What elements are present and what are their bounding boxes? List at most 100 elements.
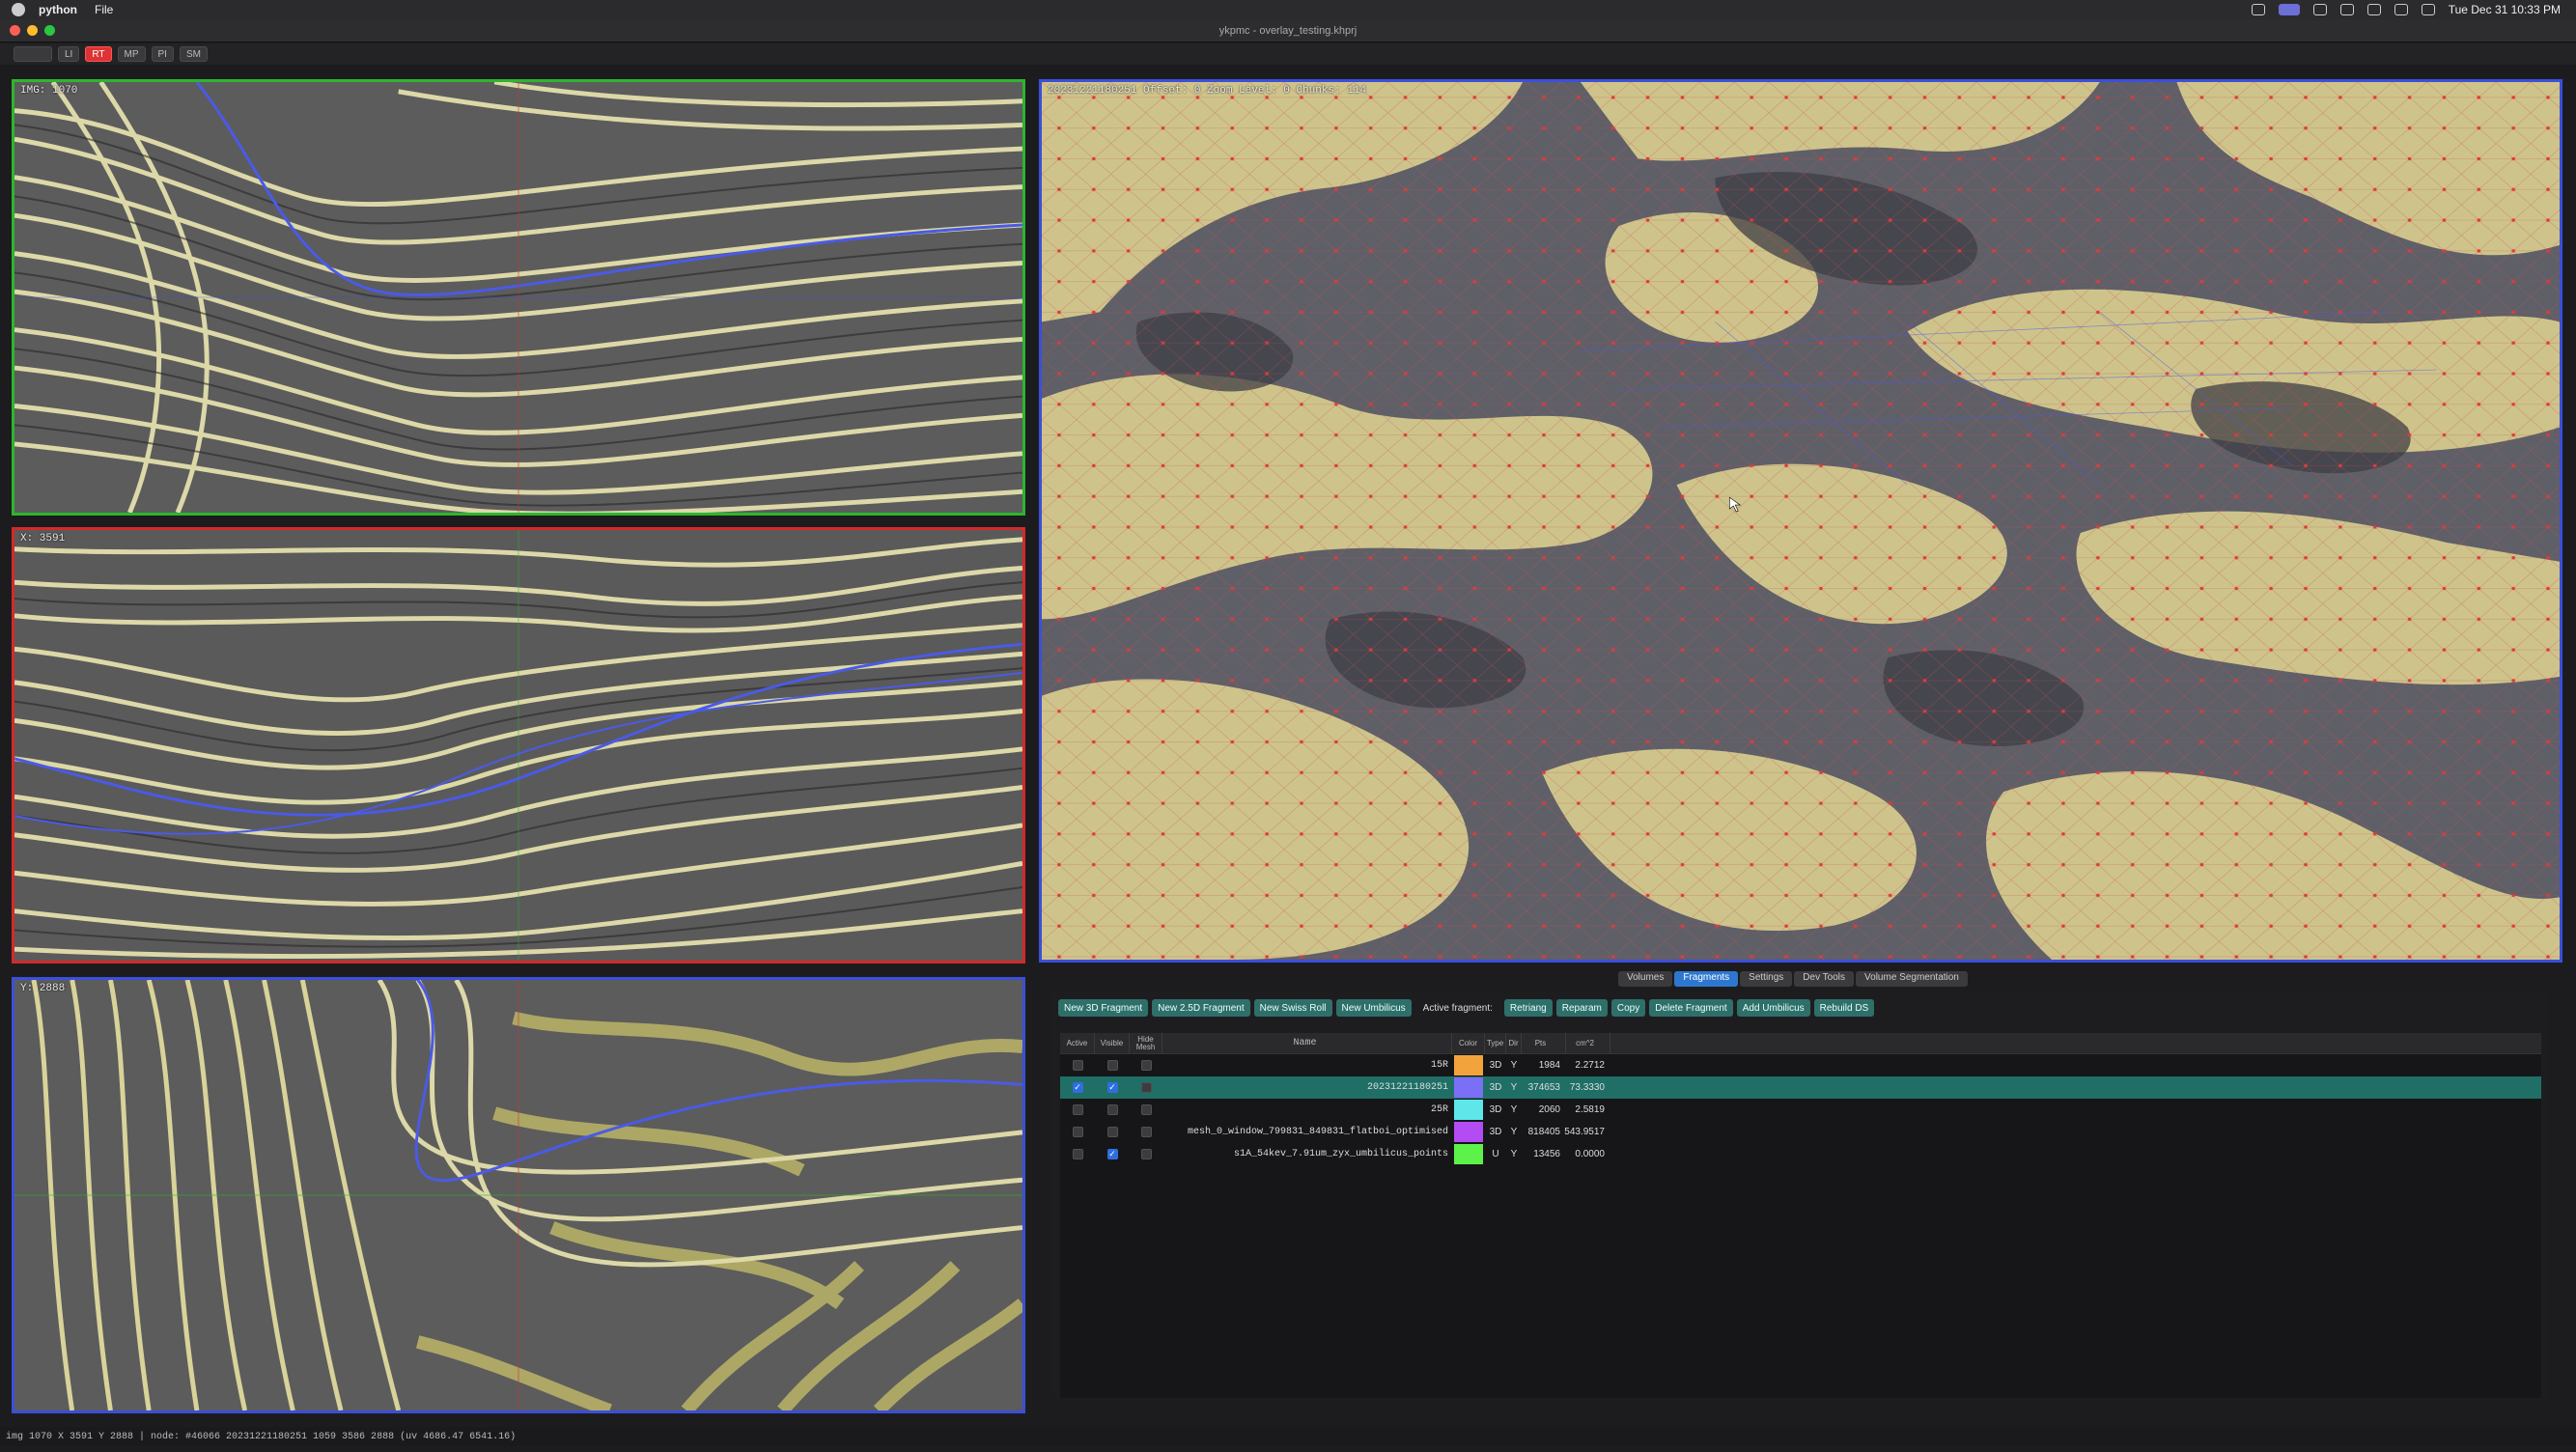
color-swatch[interactable] — [1454, 1100, 1483, 1120]
fragments-panel: New 3D Fragment New 2.5D Fragment New Sw… — [1050, 992, 2547, 1398]
hide-mesh-cell — [1130, 1143, 1162, 1165]
hide-mesh-checkbox[interactable] — [1140, 1149, 1152, 1159]
close-window-button[interactable] — [10, 25, 20, 36]
fragment-area: 2.2712 — [1575, 1060, 1605, 1071]
tab-settings[interactable]: Settings — [1740, 971, 1793, 987]
clock[interactable]: Tue Dec 31 10:33 PM — [2449, 3, 2561, 16]
retriang-button[interactable]: Retriang — [1503, 999, 1553, 1017]
fragment-dir: Y — [1510, 1149, 1518, 1159]
new-umbilicus-button[interactable]: New Umbilicus — [1335, 999, 1412, 1017]
slice-view-middle[interactable]: X: 3591 — [12, 527, 1025, 963]
control-center-icon[interactable] — [2421, 4, 2435, 15]
active-checkbox[interactable]: ✓ — [1072, 1082, 1083, 1093]
visible-cell — [1095, 1121, 1130, 1143]
table-row[interactable]: ✓ ✓ 20231221180251 3D Y 374653 73.3330 — [1060, 1076, 2541, 1099]
wifi-icon[interactable] — [2366, 4, 2381, 15]
new-swiss-roll-button[interactable]: New Swiss Roll — [1253, 999, 1332, 1017]
new-3d-fragment-button[interactable]: New 3D Fragment — [1058, 999, 1149, 1017]
fragment-name[interactable]: 25R — [1162, 1099, 1452, 1121]
slice-view-label: IMG: 1070 — [20, 85, 78, 97]
toolbar-dropdown[interactable] — [14, 46, 52, 62]
hide-mesh-checkbox[interactable] — [1140, 1060, 1152, 1071]
hide-mesh-checkbox[interactable] — [1140, 1127, 1152, 1137]
fragment-pts: 818405 — [1527, 1127, 1560, 1137]
color-cell — [1452, 1076, 1485, 1099]
battery-icon[interactable] — [2394, 4, 2408, 15]
fragment-dir: Y — [1510, 1104, 1518, 1115]
tray-icon[interactable] — [2312, 4, 2327, 15]
tab-volume-segmentation[interactable]: Volume Segmentation — [1856, 971, 1968, 987]
apple-icon[interactable] — [12, 3, 25, 16]
toolbar-button-pi[interactable]: PI — [151, 46, 174, 62]
hide-mesh-checkbox[interactable] — [1140, 1104, 1152, 1115]
fragment-area: 2.5819 — [1575, 1104, 1605, 1115]
new-25d-fragment-button[interactable]: New 2.5D Fragment — [1152, 999, 1250, 1017]
fragment-pts: 2060 — [1538, 1104, 1560, 1115]
color-swatch[interactable] — [1454, 1144, 1483, 1164]
fragment-name[interactable]: 20231221180251 — [1162, 1076, 1452, 1099]
rebuild-ds-button[interactable]: Rebuild DS — [1813, 999, 1875, 1017]
hide-mesh-cell — [1130, 1121, 1162, 1143]
slice-view-bottom[interactable]: Y: 2888 — [12, 977, 1025, 1413]
hide-mesh-cell — [1130, 1054, 1162, 1076]
menu-app[interactable]: python — [39, 3, 77, 16]
visible-checkbox[interactable]: ✓ — [1106, 1149, 1118, 1159]
visible-checkbox[interactable]: ✓ — [1106, 1082, 1118, 1093]
screen-record-icon[interactable] — [2278, 4, 2300, 15]
menu-file[interactable]: File — [95, 3, 113, 16]
tab-volumes[interactable]: Volumes — [1618, 971, 1673, 987]
fragment-name[interactable]: mesh_0_window_799831_849831_flatboi_opti… — [1162, 1121, 1452, 1143]
column-header-dir[interactable]: Dir — [1506, 1032, 1522, 1054]
column-header-active[interactable]: Active — [1060, 1032, 1095, 1054]
color-swatch[interactable] — [1454, 1077, 1483, 1098]
zoom-window-button[interactable] — [44, 25, 55, 36]
active-checkbox[interactable] — [1072, 1149, 1083, 1159]
table-row[interactable]: ✓ s1A_54kev_7.91um_zyx_umbilicus_points U Y… — [1060, 1143, 2541, 1165]
fragment-view[interactable]: 20231221180251 Offset: 0 Zoom Level: 0 C… — [1039, 79, 2562, 963]
table-row[interactable]: mesh_0_window_799831_849831_flatboi_opti… — [1060, 1121, 2541, 1143]
column-header-name[interactable]: Name — [1162, 1032, 1452, 1054]
column-header-type[interactable]: Type — [1485, 1032, 1506, 1054]
slice-view-top[interactable]: IMG: 1070 — [12, 79, 1025, 516]
fragment-name[interactable]: s1A_54kev_7.91um_zyx_umbilicus_points — [1162, 1143, 1452, 1165]
toolbar-button-mp[interactable]: MP — [117, 46, 146, 62]
table-row[interactable]: 15R 3D Y 1984 2.2712 — [1060, 1054, 2541, 1076]
fragment-pts: 13456 — [1533, 1149, 1560, 1159]
visible-checkbox[interactable] — [1106, 1060, 1118, 1071]
delete-fragment-button[interactable]: Delete Fragment — [1649, 999, 1733, 1017]
column-header-hide-mesh[interactable]: Hide Mesh — [1130, 1032, 1162, 1054]
window-titlebar: ykpmc - overlay_testing.khprj — [0, 19, 2576, 42]
toolbar-button-rt[interactable]: RT — [85, 46, 112, 62]
visible-checkbox[interactable] — [1106, 1127, 1118, 1137]
visible-checkbox[interactable] — [1106, 1104, 1118, 1115]
tab-dev-tools[interactable]: Dev Tools — [1794, 971, 1855, 987]
fragment-pts: 374653 — [1527, 1082, 1560, 1093]
table-row[interactable]: 25R 3D Y 2060 2.5819 — [1060, 1099, 2541, 1121]
toolbar: LI RT MP PI SM — [0, 43, 2576, 65]
fragment-name[interactable]: 15R — [1162, 1054, 1452, 1076]
minimize-window-button[interactable] — [27, 25, 38, 36]
fragment-type: 3D — [1489, 1127, 1502, 1137]
column-header-cm2[interactable]: cm^2 — [1566, 1032, 1610, 1054]
tray-icon[interactable] — [2251, 4, 2265, 15]
column-header-color[interactable]: Color — [1452, 1032, 1485, 1054]
tray-icon[interactable] — [2339, 4, 2354, 15]
toolbar-button-sm[interactable]: SM — [179, 46, 208, 62]
active-checkbox[interactable] — [1072, 1104, 1083, 1115]
add-umbilicus-button[interactable]: Add Umbilicus — [1736, 999, 1810, 1017]
reparam-button[interactable]: Reparam — [1555, 999, 1608, 1017]
fragment-area: 543.9517 — [1564, 1127, 1605, 1137]
window-controls — [10, 25, 55, 36]
table-header: Active Visible Hide Mesh Name Color Type… — [1060, 1032, 2541, 1054]
column-header-pts[interactable]: Pts — [1522, 1032, 1566, 1054]
active-checkbox[interactable] — [1072, 1060, 1083, 1071]
copy-button[interactable]: Copy — [1610, 999, 1646, 1017]
tab-fragments[interactable]: Fragments — [1674, 971, 1739, 987]
hide-mesh-checkbox[interactable] — [1140, 1082, 1152, 1093]
fragment-type: 3D — [1489, 1060, 1502, 1071]
active-checkbox[interactable] — [1072, 1127, 1083, 1137]
color-swatch[interactable] — [1454, 1122, 1483, 1142]
toolbar-button-li[interactable]: LI — [58, 46, 80, 62]
column-header-visible[interactable]: Visible — [1095, 1032, 1130, 1054]
color-swatch[interactable] — [1454, 1055, 1483, 1075]
